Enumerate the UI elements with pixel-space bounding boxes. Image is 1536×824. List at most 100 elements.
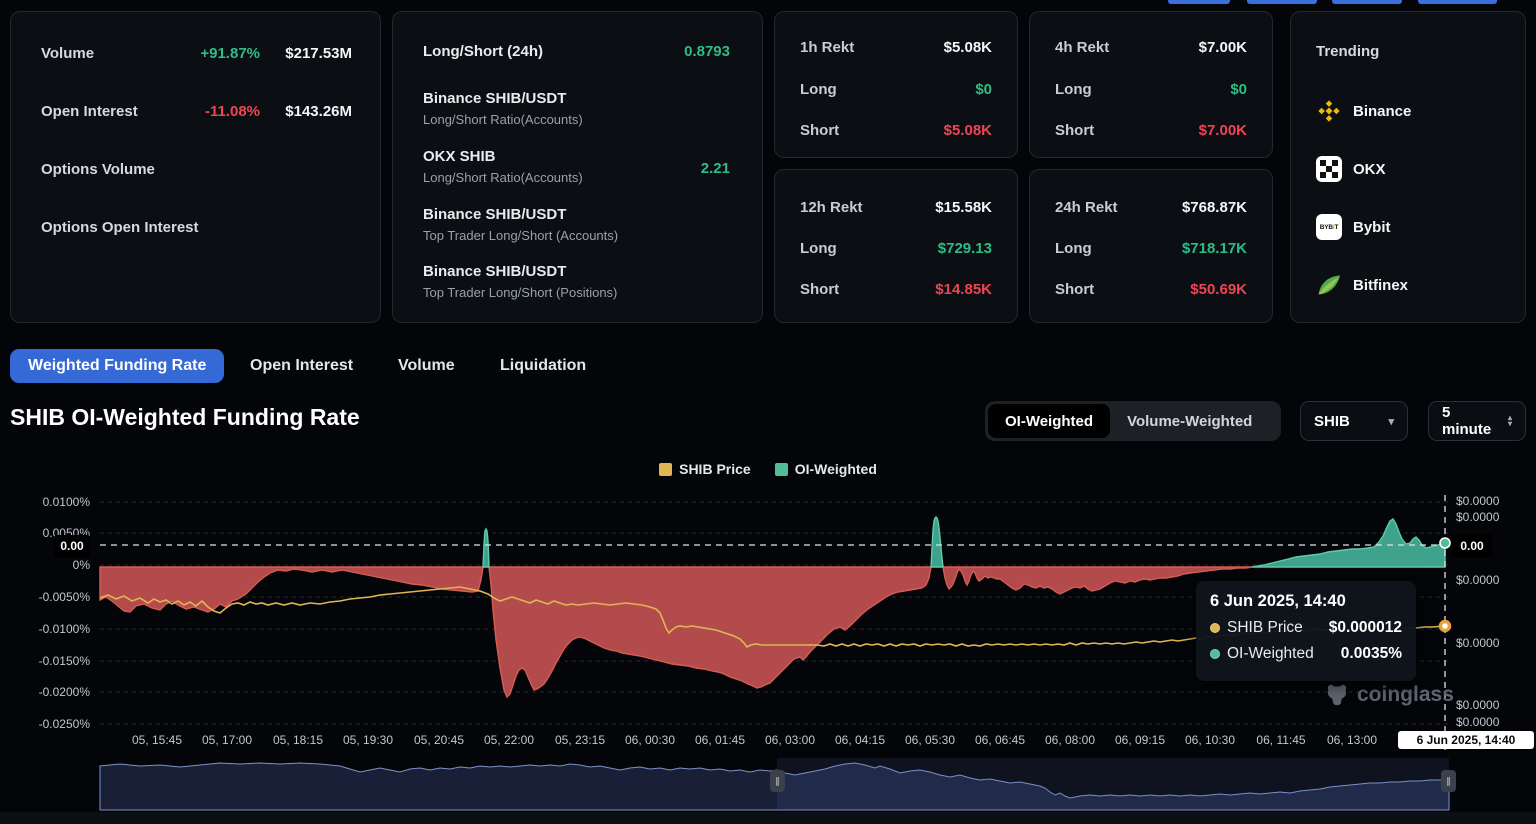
toggle-volume-weighted[interactable]: Volume-Weighted: [1110, 404, 1269, 438]
stat-change: -11.08%: [165, 103, 260, 120]
navigator-selected-range[interactable]: [777, 758, 1449, 810]
top-edge-button-fragment[interactable]: [1247, 0, 1317, 4]
y-axis-tick: -0.0200%: [0, 684, 90, 700]
interval-select-value: 5 minute: [1442, 404, 1500, 438]
toggle-oi-weighted[interactable]: OI-Weighted: [988, 404, 1110, 438]
navigator-right-handle[interactable]: ∥: [1441, 770, 1456, 792]
rekt-short-value: $14.85K: [935, 281, 992, 298]
exchange-name: Bitfinex: [1353, 277, 1408, 294]
y-axis-tick: 0.0100%: [0, 494, 90, 510]
trending-title: Trending: [1316, 43, 1379, 60]
drag-handle-icon: ∥: [1446, 776, 1451, 787]
stat-label: Open Interest: [41, 103, 165, 120]
bybit-icon: BYBIT: [1316, 214, 1342, 240]
top-edge-button-fragment[interactable]: [1332, 0, 1402, 4]
rekt-short-label: Short: [800, 122, 839, 139]
y-axis-tick: -0.0100%: [0, 621, 90, 637]
tab-label: Weighted Funding Rate: [28, 357, 206, 375]
chart-tooltip: 6 Jun 2025, 14:40 SHIB Price $0.000012 O…: [1196, 581, 1416, 681]
crosshair-left-badge: 0.00: [54, 535, 90, 557]
binance-top-trader-positions-row: Binance SHIB/USDT Top Trader Long/Short …: [423, 263, 730, 300]
ratio-subtitle: Long/Short Ratio(Accounts): [423, 170, 730, 185]
legend-label: SHIB Price: [679, 461, 751, 477]
trending-item-bybit[interactable]: BYBIT Bybit: [1316, 213, 1391, 241]
legend-label: OI-Weighted: [795, 461, 877, 477]
rekt-total: $15.58K: [935, 199, 992, 216]
y-axis-tick-right: $0.0000: [1456, 635, 1499, 651]
rekt-short-value: $7.00K: [1199, 122, 1247, 139]
y-axis-tick-right: $0.0000: [1456, 697, 1499, 713]
stat-value: $217.53M: [260, 45, 352, 62]
tooltip-label: OI-Weighted: [1227, 645, 1314, 663]
rekt-title: 12h Rekt: [800, 199, 863, 216]
rekt-long-label: Long: [1055, 81, 1092, 98]
y-axis-tick-right: $0.0000: [1456, 493, 1499, 509]
yellow-dot-icon: [1210, 623, 1220, 633]
ratio-title: Binance SHIB/USDT: [423, 90, 730, 107]
x-axis-tick: 06, 09:15: [1115, 732, 1165, 748]
exchange-name: Bybit: [1353, 219, 1391, 236]
legend-item-shib-price[interactable]: SHIB Price: [659, 461, 751, 477]
x-axis-tick: 06, 03:00: [765, 732, 815, 748]
rekt-long-label: Long: [800, 240, 837, 257]
x-axis-tick: 06, 01:45: [695, 732, 745, 748]
x-axis-tick: 06, 05:30: [905, 732, 955, 748]
binance-ls-accounts-row: Binance SHIB/USDT Long/Short Ratio(Accou…: [423, 90, 730, 127]
rekt-long-value: $718.17K: [1182, 240, 1247, 257]
tab-weighted-funding-rate[interactable]: Weighted Funding Rate: [10, 349, 224, 383]
ratio-title: OKX SHIB: [423, 148, 730, 165]
long-short-title: Long/Short (24h): [423, 43, 543, 60]
long-short-card: Long/Short (24h) 0.8793 Binance SHIB/USD…: [392, 11, 763, 323]
rekt-long-label: Long: [800, 81, 837, 98]
top-edge-button-fragment[interactable]: [1168, 0, 1230, 4]
tab-open-interest[interactable]: Open Interest: [234, 349, 369, 383]
tab-liquidation[interactable]: Liquidation: [484, 349, 602, 383]
page-title: SHIB OI-Weighted Funding Rate: [10, 404, 360, 431]
y-axis-tick-right: $0.0000: [1456, 714, 1499, 730]
coinglass-bear-icon: [1325, 683, 1349, 707]
rekt-long-value: $0: [1230, 81, 1247, 98]
x-axis-tick: 06, 10:30: [1185, 732, 1235, 748]
top-edge-button-fragment[interactable]: [1418, 0, 1497, 4]
rekt-short-label: Short: [1055, 281, 1094, 298]
rekt-card-4h: 4h Rekt$7.00K Long$0 Short$7.00K: [1029, 11, 1273, 158]
x-axis-tick: 06, 00:30: [625, 732, 675, 748]
symbol-select[interactable]: SHIB ▾: [1300, 401, 1408, 441]
x-axis-tick: 06, 13:00: [1327, 732, 1377, 748]
x-axis-tick: 06, 06:45: [975, 732, 1025, 748]
interval-select[interactable]: 5 minute ▴▾: [1428, 401, 1526, 441]
trending-item-binance[interactable]: Binance: [1316, 97, 1411, 125]
trending-item-bitfinex[interactable]: Bitfinex: [1316, 271, 1408, 299]
x-axis-tick: 05, 18:15: [273, 732, 323, 748]
chevron-down-icon: ▾: [1388, 415, 1394, 428]
okx-icon: [1316, 156, 1342, 182]
tab-volume[interactable]: Volume: [382, 349, 471, 383]
tooltip-row-shib-price: SHIB Price $0.000012: [1210, 619, 1402, 637]
trending-card: Trending Binance OKX BYBIT Bybit Bitfine…: [1290, 11, 1526, 323]
chevron-up-down-icon: ▴▾: [1508, 415, 1512, 427]
ratio-subtitle: Long/Short Ratio(Accounts): [423, 112, 730, 127]
stat-label: Volume: [41, 45, 165, 62]
tooltip-date: 6 Jun 2025, 14:40: [1210, 592, 1402, 611]
binance-icon: [1316, 98, 1342, 124]
rekt-long-value: $0: [975, 81, 992, 98]
ratio-title: Binance SHIB/USDT: [423, 206, 730, 223]
navigator-left-handle[interactable]: ∥: [770, 770, 785, 792]
trending-item-okx[interactable]: OKX: [1316, 155, 1386, 183]
watermark-text: coinglass: [1357, 683, 1454, 707]
stat-label: Options Open Interest: [41, 219, 352, 236]
weighting-toggle: OI-Weighted Volume-Weighted: [985, 401, 1281, 441]
y-axis-tick: -0.0250%: [0, 716, 90, 732]
x-axis-tick: 05, 20:45: [414, 732, 464, 748]
rekt-card-24h: 24h Rekt$768.87K Long$718.17K Short$50.6…: [1029, 169, 1273, 323]
tab-label: Open Interest: [250, 357, 353, 375]
ratio-title: Binance SHIB/USDT: [423, 263, 730, 280]
rekt-card-12h: 12h Rekt$15.58K Long$729.13 Short$14.85K: [774, 169, 1018, 323]
x-axis-tick: 06, 11:45: [1256, 732, 1305, 748]
rekt-long-label: Long: [1055, 240, 1092, 257]
x-axis-tick: 05, 15:45: [132, 732, 182, 748]
rekt-title: 4h Rekt: [1055, 39, 1109, 56]
coinglass-watermark: coinglass: [1325, 683, 1454, 707]
long-short-24h-row: Long/Short (24h) 0.8793: [423, 43, 730, 60]
legend-item-oi-weighted[interactable]: OI-Weighted: [775, 461, 877, 477]
